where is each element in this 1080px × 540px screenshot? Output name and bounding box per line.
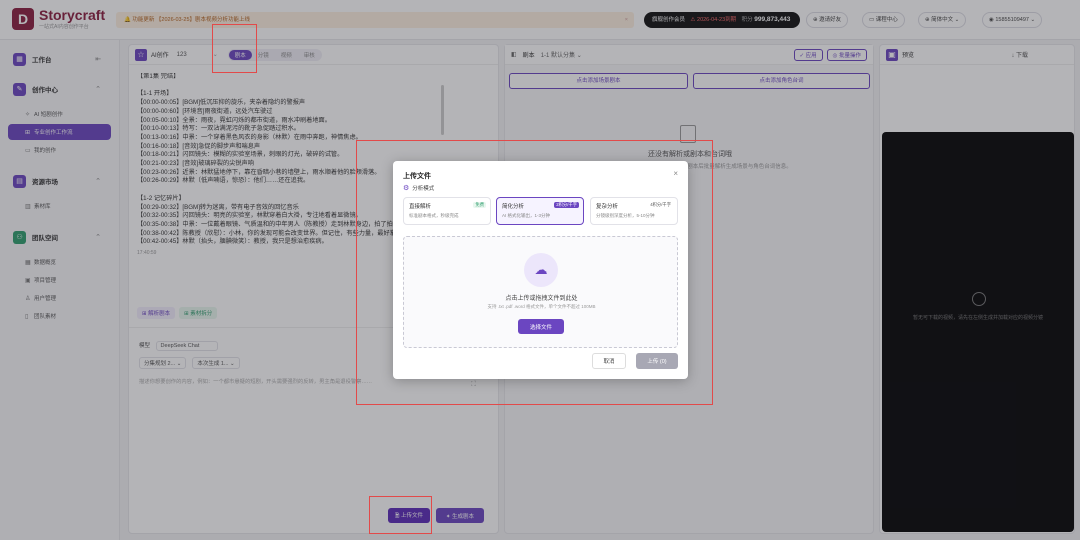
upload-file-dialog: 上传文件 × ⚙ 分析模式 直接解析 标准剧本格式，秒级完成 免费 简化分析 A…: [393, 161, 688, 379]
analysis-mode-label: ⚙ 分析模式: [403, 185, 435, 192]
gear-icon: ⚙: [403, 185, 410, 192]
cloud-upload-icon: ☁: [524, 253, 558, 287]
dialog-title: 上传文件: [403, 173, 431, 180]
file-drop-zone[interactable]: ☁ 点击上传或拖拽文件到此处 支持 .txt .pdf .word 格式文件，单…: [403, 236, 678, 348]
drop-zone-title: 点击上传或拖拽文件到此处: [505, 296, 578, 302]
upload-confirm-button[interactable]: 上传 (0): [636, 353, 678, 369]
free-badge: 免费: [473, 202, 486, 208]
mode-simplified-analysis[interactable]: 简化分析 AI 格式化输出，1-3分钟 2积分/千字: [496, 197, 584, 225]
choose-file-button[interactable]: 选择文件: [518, 319, 564, 334]
drop-zone-hint: 支持 .txt .pdf .word 格式文件，单个文件不超过 100MB: [487, 304, 596, 309]
cost-badge: 4积分/千字: [650, 202, 671, 207]
mode-direct-parse[interactable]: 直接解析 标准剧本格式，秒级完成 免费: [403, 197, 491, 225]
mode-complex-analysis[interactable]: 复杂分析 分镜级别深度分析，5-10分钟 4积分/千字: [590, 197, 678, 225]
cost-badge: 2积分/千字: [554, 202, 579, 208]
cancel-button[interactable]: 取消: [592, 353, 626, 369]
close-icon[interactable]: ×: [673, 169, 678, 178]
